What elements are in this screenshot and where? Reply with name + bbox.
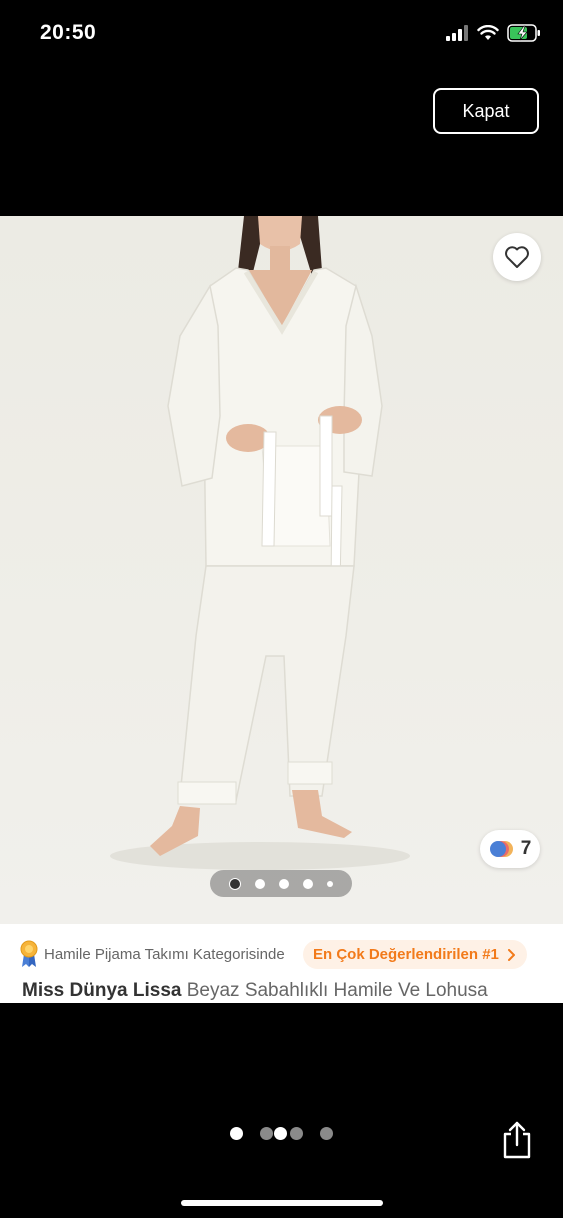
product-name: Beyaz Sabahlıklı Hamile Ve Lohusa — [186, 980, 488, 1001]
battery-charging-icon — [507, 24, 540, 42]
share-icon[interactable] — [500, 1120, 534, 1160]
heart-icon — [505, 246, 529, 268]
model-pajama-illustration — [110, 216, 410, 870]
category-rank-row: Hamile Pijama Takımı Kategorisinde En Ço… — [0, 924, 563, 982]
category-text: Hamile Pijama Takımı Kategorisinde — [44, 946, 285, 963]
rank-text: En Çok Değerlendirilen #1 — [313, 946, 499, 963]
variant-count: 7 — [520, 838, 532, 859]
image-carousel-indicator — [210, 870, 352, 897]
rank-badge[interactable]: En Çok Değerlendirilen #1 — [303, 940, 527, 969]
product-card: 7 Hamile Pijama Takımı Kategorisinde En … — [0, 216, 563, 1003]
product-title: Miss Dünya Lissa Beyaz Sabahlıklı Hamile… — [22, 980, 488, 1002]
image-dot-1[interactable] — [229, 877, 241, 890]
image-dot-3[interactable] — [279, 878, 289, 889]
image-dot-4[interactable] — [303, 878, 313, 889]
product-photo[interactable]: 7 — [0, 216, 563, 924]
page-dot-3[interactable] — [274, 1127, 287, 1140]
status-bar: 20:50 — [0, 0, 563, 70]
wifi-icon — [477, 25, 499, 40]
favorite-button[interactable] — [493, 233, 541, 281]
image-dot-2[interactable] — [255, 878, 265, 889]
close-button[interactable]: Kapat — [433, 88, 539, 134]
page-dot-4[interactable] — [290, 1127, 303, 1140]
product-brand[interactable]: Miss Dünya Lissa — [22, 980, 181, 1001]
award-ribbon-icon — [20, 940, 38, 967]
color-variants-badge[interactable]: 7 — [480, 830, 540, 868]
status-icons — [445, 24, 541, 42]
image-dot-5[interactable] — [327, 880, 333, 887]
status-time: 20:50 — [40, 21, 97, 44]
color-swatches-icon — [489, 841, 513, 857]
page-dot-1[interactable] — [230, 1127, 243, 1140]
page-dot-2[interactable] — [260, 1127, 273, 1140]
chevron-right-icon — [507, 948, 515, 961]
cellular-signal-icon — [446, 25, 468, 41]
gallery-page-indicator — [0, 1124, 563, 1142]
page-dot-5[interactable] — [320, 1127, 333, 1140]
home-indicator[interactable] — [181, 1200, 383, 1206]
